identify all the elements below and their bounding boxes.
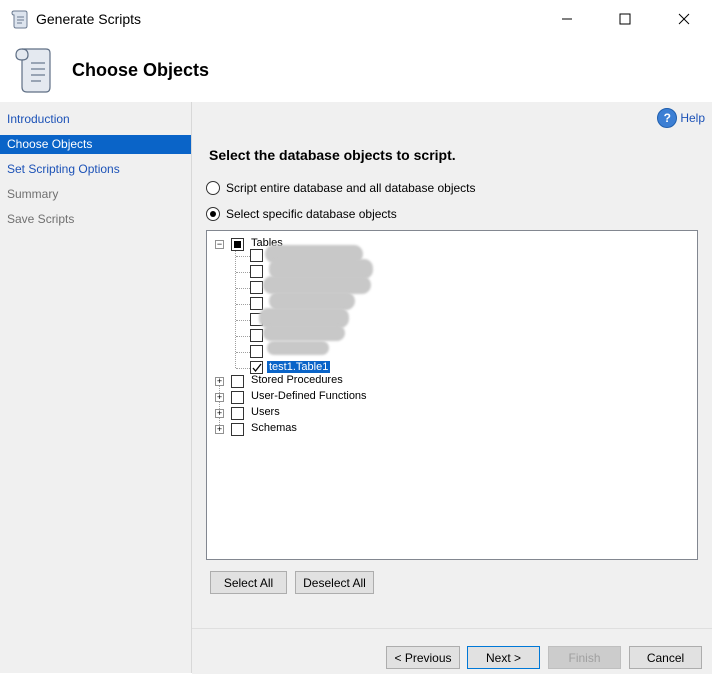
- wizard-nav: Introduction Choose Objects Set Scriptin…: [0, 102, 192, 673]
- table-item-checkbox[interactable]: [250, 361, 263, 374]
- tree-connector: [235, 245, 236, 368]
- tree-connector: [236, 288, 250, 289]
- tree-connector: [219, 381, 220, 429]
- tree-node-user-defined-functions[interactable]: User-Defined Functions: [251, 390, 367, 402]
- table-item-checkbox[interactable]: [250, 249, 263, 262]
- select-all-button[interactable]: Select All: [210, 571, 287, 594]
- title-bar: Generate Scripts: [0, 0, 712, 38]
- expand-toggle-icon[interactable]: +: [215, 393, 224, 402]
- maximize-button[interactable]: [595, 0, 655, 38]
- tree-connector: [236, 272, 250, 273]
- stored-procedures-checkbox[interactable]: [231, 375, 244, 388]
- table-item-checkbox[interactable]: [250, 281, 263, 294]
- schemas-checkbox[interactable]: [231, 423, 244, 436]
- radio-specific-objects[interactable]: Select specific database objects: [206, 207, 397, 221]
- user-defined-functions-checkbox[interactable]: [231, 391, 244, 404]
- scroll-icon: [15, 48, 51, 93]
- collapse-toggle-icon[interactable]: −: [215, 240, 224, 249]
- minimize-button[interactable]: [537, 0, 597, 38]
- radio-button[interactable]: [206, 181, 220, 195]
- expand-toggle-icon[interactable]: +: [215, 409, 224, 418]
- nav-item-set-scripting-options[interactable]: Set Scripting Options: [0, 160, 191, 179]
- tree-connector: [236, 304, 250, 305]
- help-label: Help: [680, 111, 705, 125]
- redacted-label: [267, 341, 329, 355]
- radio-label: Select specific database objects: [226, 207, 397, 221]
- wizard-footer: < Previous Next > Finish Cancel: [192, 628, 712, 674]
- next-button[interactable]: Next >: [467, 646, 540, 669]
- help-icon: ?: [657, 108, 678, 128]
- tree-connector: [236, 352, 250, 353]
- finish-button: Finish: [548, 646, 621, 669]
- tree-node-schemas[interactable]: Schemas: [251, 422, 297, 434]
- tree-node-stored-procedures[interactable]: Stored Procedures: [251, 374, 343, 386]
- wizard-header: Choose Objects: [0, 38, 712, 102]
- table-item-checkbox[interactable]: [250, 297, 263, 310]
- cancel-button[interactable]: Cancel: [629, 646, 702, 669]
- tree-connector: [236, 368, 250, 369]
- table-item-checkbox[interactable]: [250, 265, 263, 278]
- redacted-label: [263, 325, 345, 341]
- tree-connector: [236, 336, 250, 337]
- expand-toggle-icon[interactable]: +: [215, 377, 224, 386]
- scroll-icon: [11, 10, 28, 29]
- close-icon: [678, 13, 690, 25]
- radio-button[interactable]: [206, 207, 220, 221]
- tree-connector: [236, 320, 250, 321]
- main-panel: ? Help Select the database objects to sc…: [192, 102, 712, 628]
- page-title: Choose Objects: [72, 60, 210, 80]
- tree-node-test1-table1[interactable]: test1.Table1: [267, 361, 331, 373]
- close-button[interactable]: [654, 0, 712, 38]
- checkmark-icon: [252, 363, 262, 373]
- tree-node-users[interactable]: Users: [251, 406, 280, 418]
- section-title: Select the database objects to script.: [209, 147, 456, 163]
- nav-item-save-scripts: Save Scripts: [7, 212, 75, 226]
- object-tree[interactable]: − Tables test1.Table1 + Stored Procedure…: [206, 230, 698, 560]
- table-item-checkbox[interactable]: [250, 345, 263, 358]
- nav-item-choose-objects[interactable]: Choose Objects: [0, 135, 191, 154]
- nav-item-introduction[interactable]: Introduction: [0, 110, 191, 129]
- deselect-all-button[interactable]: Deselect All: [295, 571, 374, 594]
- window-title: Generate Scripts: [36, 11, 142, 27]
- radio-label: Script entire database and all database …: [226, 181, 476, 195]
- maximize-icon: [619, 13, 631, 25]
- minimize-icon: [562, 18, 572, 20]
- table-item-checkbox[interactable]: [250, 329, 263, 342]
- users-checkbox[interactable]: [231, 407, 244, 420]
- tree-connector: [236, 256, 250, 257]
- previous-button[interactable]: < Previous: [386, 646, 460, 669]
- radio-entire-database[interactable]: Script entire database and all database …: [206, 181, 476, 195]
- help-link[interactable]: ? Help: [657, 108, 705, 128]
- expand-toggle-icon[interactable]: +: [215, 425, 224, 434]
- nav-item-summary: Summary: [7, 187, 59, 201]
- tables-checkbox[interactable]: [231, 238, 244, 251]
